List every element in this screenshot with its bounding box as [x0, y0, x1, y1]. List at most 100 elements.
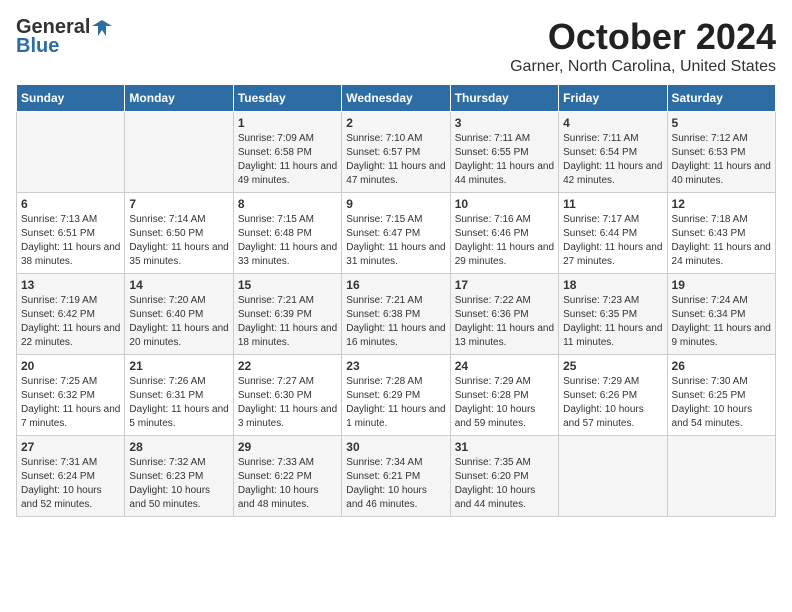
- day-number: 24: [455, 359, 554, 373]
- day-number: 7: [129, 197, 228, 211]
- day-info: Sunrise: 7:15 AM Sunset: 6:48 PM Dayligh…: [238, 213, 337, 269]
- calendar-cell: 30 Sunrise: 7:34 AM Sunset: 6:21 PM Dayli…: [342, 436, 450, 517]
- calendar-cell: 11 Sunrise: 7:17 AM Sunset: 6:44 PM Dayli…: [559, 193, 667, 274]
- weekday-header-wednesday: Wednesday: [342, 85, 450, 112]
- day-number: 29: [238, 440, 337, 454]
- day-info: Sunrise: 7:24 AM Sunset: 6:34 PM Dayligh…: [672, 294, 771, 350]
- calendar-cell: 26Sunrise: 7:30 AM Sunset: 6:25 PM Dayli…: [667, 355, 775, 436]
- day-number: 8: [238, 197, 337, 211]
- calendar-cell: [17, 112, 125, 193]
- day-info: Sunrise: 7:11 AM Sunset: 6:54 PM Dayligh…: [563, 132, 662, 188]
- day-number: 30: [346, 440, 445, 454]
- page-header: General Blue October 2024 Garner, North …: [16, 16, 776, 76]
- day-number: 3: [455, 116, 554, 130]
- day-number: 15: [238, 278, 337, 292]
- day-number: 19: [672, 278, 771, 292]
- month-title: October 2024: [510, 16, 776, 58]
- calendar-week-row: 13 Sunrise: 7:19 AM Sunset: 6:42 PM Dayli…: [17, 274, 776, 355]
- calendar-cell: 14 Sunrise: 7:20 AM Sunset: 6:40 PM Dayli…: [125, 274, 233, 355]
- calendar-cell: 15Sunrise: 7:21 AM Sunset: 6:39 PM Dayli…: [233, 274, 341, 355]
- calendar-cell: 1 Sunrise: 7:09 AM Sunset: 6:58 PM Daylig…: [233, 112, 341, 193]
- day-info: Sunrise: 7:19 AM Sunset: 6:42 PM Dayligh…: [21, 294, 120, 350]
- calendar-cell: [559, 436, 667, 517]
- calendar-cell: 3 Sunrise: 7:11 AM Sunset: 6:55 PM Daylig…: [450, 112, 558, 193]
- calendar-cell: 18 Sunrise: 7:23 AM Sunset: 6:35 PM Dayli…: [559, 274, 667, 355]
- day-number: 5: [672, 116, 771, 130]
- calendar-cell: 25 Sunrise: 7:29 AM Sunset: 6:26 PM Dayli…: [559, 355, 667, 436]
- day-info: Sunrise: 7:10 AM Sunset: 6:57 PM Dayligh…: [346, 132, 445, 188]
- weekday-header-tuesday: Tuesday: [233, 85, 341, 112]
- day-number: 17: [455, 278, 554, 292]
- calendar-cell: 24Sunrise: 7:29 AM Sunset: 6:28 PM Dayli…: [450, 355, 558, 436]
- calendar-cell: 19 Sunrise: 7:24 AM Sunset: 6:34 PM Dayli…: [667, 274, 775, 355]
- day-info: Sunrise: 7:21 AM Sunset: 6:38 PM Dayligh…: [346, 294, 445, 350]
- day-number: 10: [455, 197, 554, 211]
- calendar-cell: 7 Sunrise: 7:14 AM Sunset: 6:50 PM Daylig…: [125, 193, 233, 274]
- day-number: 21: [129, 359, 228, 373]
- weekday-header-sunday: Sunday: [17, 85, 125, 112]
- calendar-cell: 27 Sunrise: 7:31 AM Sunset: 6:24 PM Dayli…: [17, 436, 125, 517]
- day-info: Sunrise: 7:28 AM Sunset: 6:29 PM Dayligh…: [346, 375, 445, 431]
- logo-bird-icon: [92, 18, 112, 38]
- day-info: Sunrise: 7:17 AM Sunset: 6:44 PM Dayligh…: [563, 213, 662, 269]
- calendar-table: SundayMondayTuesdayWednesdayThursdayFrid…: [16, 84, 776, 517]
- day-info: Sunrise: 7:09 AM Sunset: 6:58 PM Dayligh…: [238, 132, 337, 188]
- location-subtitle: Garner, North Carolina, United States: [510, 58, 776, 76]
- day-info: Sunrise: 7:26 AM Sunset: 6:31 PM Dayligh…: [129, 375, 228, 431]
- calendar-cell: 10 Sunrise: 7:16 AM Sunset: 6:46 PM Dayli…: [450, 193, 558, 274]
- day-info: Sunrise: 7:15 AM Sunset: 6:47 PM Dayligh…: [346, 213, 445, 269]
- day-info: Sunrise: 7:22 AM Sunset: 6:36 PM Dayligh…: [455, 294, 554, 350]
- day-info: Sunrise: 7:29 AM Sunset: 6:26 PM Dayligh…: [563, 375, 662, 431]
- calendar-cell: 8 Sunrise: 7:15 AM Sunset: 6:48 PM Daylig…: [233, 193, 341, 274]
- calendar-cell: 28Sunrise: 7:32 AM Sunset: 6:23 PM Dayli…: [125, 436, 233, 517]
- weekday-header-friday: Friday: [559, 85, 667, 112]
- day-info: Sunrise: 7:12 AM Sunset: 6:53 PM Dayligh…: [672, 132, 771, 188]
- title-block: October 2024 Garner, North Carolina, Uni…: [510, 16, 776, 76]
- day-info: Sunrise: 7:23 AM Sunset: 6:35 PM Dayligh…: [563, 294, 662, 350]
- day-number: 25: [563, 359, 662, 373]
- calendar-cell: 31Sunrise: 7:35 AM Sunset: 6:20 PM Dayli…: [450, 436, 558, 517]
- calendar-week-row: 6Sunrise: 7:13 AM Sunset: 6:51 PM Daylig…: [17, 193, 776, 274]
- weekday-header-saturday: Saturday: [667, 85, 775, 112]
- day-info: Sunrise: 7:14 AM Sunset: 6:50 PM Dayligh…: [129, 213, 228, 269]
- calendar-cell: 23 Sunrise: 7:28 AM Sunset: 6:29 PM Dayli…: [342, 355, 450, 436]
- day-number: 27: [21, 440, 120, 454]
- day-number: 20: [21, 359, 120, 373]
- logo-blue-text: Blue: [16, 35, 59, 58]
- calendar-cell: 21 Sunrise: 7:26 AM Sunset: 6:31 PM Dayli…: [125, 355, 233, 436]
- day-info: Sunrise: 7:11 AM Sunset: 6:55 PM Dayligh…: [455, 132, 554, 188]
- logo: General Blue: [16, 16, 112, 58]
- day-number: 22: [238, 359, 337, 373]
- day-info: Sunrise: 7:27 AM Sunset: 6:30 PM Dayligh…: [238, 375, 337, 431]
- day-number: 14: [129, 278, 228, 292]
- calendar-cell: 22 Sunrise: 7:27 AM Sunset: 6:30 PM Dayli…: [233, 355, 341, 436]
- day-info: Sunrise: 7:20 AM Sunset: 6:40 PM Dayligh…: [129, 294, 228, 350]
- calendar-cell: 9Sunrise: 7:15 AM Sunset: 6:47 PM Daylig…: [342, 193, 450, 274]
- day-info: Sunrise: 7:16 AM Sunset: 6:46 PM Dayligh…: [455, 213, 554, 269]
- day-number: 2: [346, 116, 445, 130]
- calendar-cell: 6Sunrise: 7:13 AM Sunset: 6:51 PM Daylig…: [17, 193, 125, 274]
- weekday-header-thursday: Thursday: [450, 85, 558, 112]
- day-info: Sunrise: 7:31 AM Sunset: 6:24 PM Dayligh…: [21, 456, 120, 512]
- calendar-cell: 2 Sunrise: 7:10 AM Sunset: 6:57 PM Daylig…: [342, 112, 450, 193]
- day-info: Sunrise: 7:32 AM Sunset: 6:23 PM Dayligh…: [129, 456, 228, 512]
- day-number: 1: [238, 116, 337, 130]
- calendar-cell: [667, 436, 775, 517]
- day-number: 23: [346, 359, 445, 373]
- day-info: Sunrise: 7:25 AM Sunset: 6:32 PM Dayligh…: [21, 375, 120, 431]
- day-number: 13: [21, 278, 120, 292]
- calendar-cell: 20 Sunrise: 7:25 AM Sunset: 6:32 PM Dayli…: [17, 355, 125, 436]
- calendar-week-row: 27 Sunrise: 7:31 AM Sunset: 6:24 PM Dayli…: [17, 436, 776, 517]
- day-info: Sunrise: 7:13 AM Sunset: 6:51 PM Dayligh…: [21, 213, 120, 269]
- day-number: 12: [672, 197, 771, 211]
- calendar-cell: 16Sunrise: 7:21 AM Sunset: 6:38 PM Dayli…: [342, 274, 450, 355]
- day-info: Sunrise: 7:34 AM Sunset: 6:21 PM Dayligh…: [346, 456, 445, 512]
- day-info: Sunrise: 7:30 AM Sunset: 6:25 PM Dayligh…: [672, 375, 771, 431]
- calendar-cell: 29 Sunrise: 7:33 AM Sunset: 6:22 PM Dayli…: [233, 436, 341, 517]
- day-number: 11: [563, 197, 662, 211]
- day-info: Sunrise: 7:33 AM Sunset: 6:22 PM Dayligh…: [238, 456, 337, 512]
- calendar-cell: 13 Sunrise: 7:19 AM Sunset: 6:42 PM Dayli…: [17, 274, 125, 355]
- day-number: 18: [563, 278, 662, 292]
- calendar-cell: 4Sunrise: 7:11 AM Sunset: 6:54 PM Daylig…: [559, 112, 667, 193]
- calendar-cell: [125, 112, 233, 193]
